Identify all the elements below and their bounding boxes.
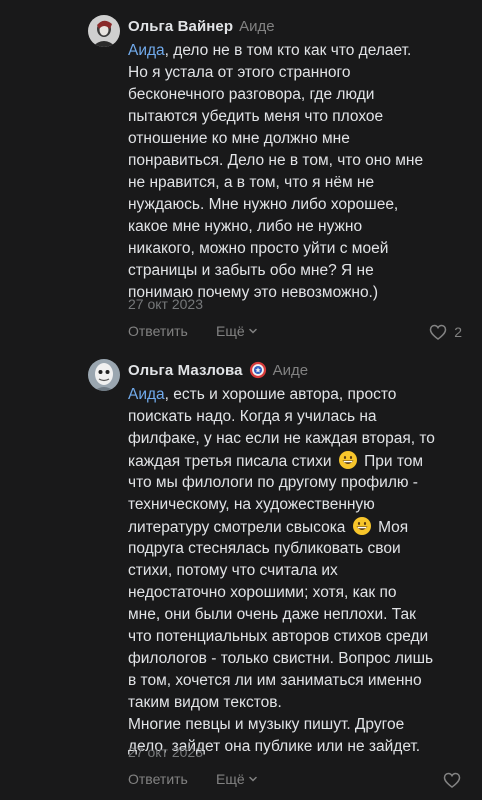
reply-button[interactable]: Ответить bbox=[128, 323, 188, 339]
comment-text: Аида, дело не в том кто как что делает. … bbox=[128, 42, 424, 301]
mention-link[interactable]: Аида bbox=[128, 42, 165, 59]
heart-outline-icon bbox=[443, 772, 461, 789]
heart-outline-icon bbox=[429, 324, 447, 341]
more-button[interactable]: Ещё bbox=[216, 323, 258, 339]
grinning-face-emoji-icon bbox=[352, 517, 371, 535]
comment-header: Ольга Вайнер Аиде bbox=[128, 16, 275, 36]
reply-to-name[interactable]: Аиде bbox=[239, 18, 274, 35]
like-button[interactable] bbox=[442, 770, 462, 790]
author-name[interactable]: Ольга Мазлова bbox=[128, 362, 243, 379]
comment-actions: Ответить Ещё 2 bbox=[128, 323, 462, 345]
author-name[interactable]: Ольга Вайнер bbox=[128, 18, 233, 35]
reply-to-name[interactable]: Аиде bbox=[273, 362, 308, 379]
mention-link[interactable]: Аида bbox=[128, 386, 165, 403]
comment-header: Ольга Мазлова Аиде bbox=[128, 360, 308, 380]
avatar[interactable] bbox=[88, 15, 120, 47]
reply-button[interactable]: Ответить bbox=[128, 771, 188, 787]
like-button[interactable]: 2 bbox=[428, 322, 462, 342]
captain-shield-badge-icon bbox=[249, 361, 266, 379]
comment-text: Аида, есть и хорошие автора, просто поис… bbox=[128, 386, 435, 755]
comment-date[interactable]: 27 окт 2023 bbox=[128, 296, 203, 312]
avatar[interactable] bbox=[88, 359, 120, 391]
more-button[interactable]: Ещё bbox=[216, 771, 258, 787]
chevron-down-icon bbox=[248, 776, 257, 782]
comment-date[interactable]: 27 окт 2023 bbox=[128, 744, 203, 760]
chevron-down-icon bbox=[248, 328, 257, 334]
grinning-face-emoji-icon bbox=[338, 451, 357, 469]
comment-actions: Ответить Ещё bbox=[128, 771, 462, 793]
like-count: 2 bbox=[454, 324, 462, 340]
